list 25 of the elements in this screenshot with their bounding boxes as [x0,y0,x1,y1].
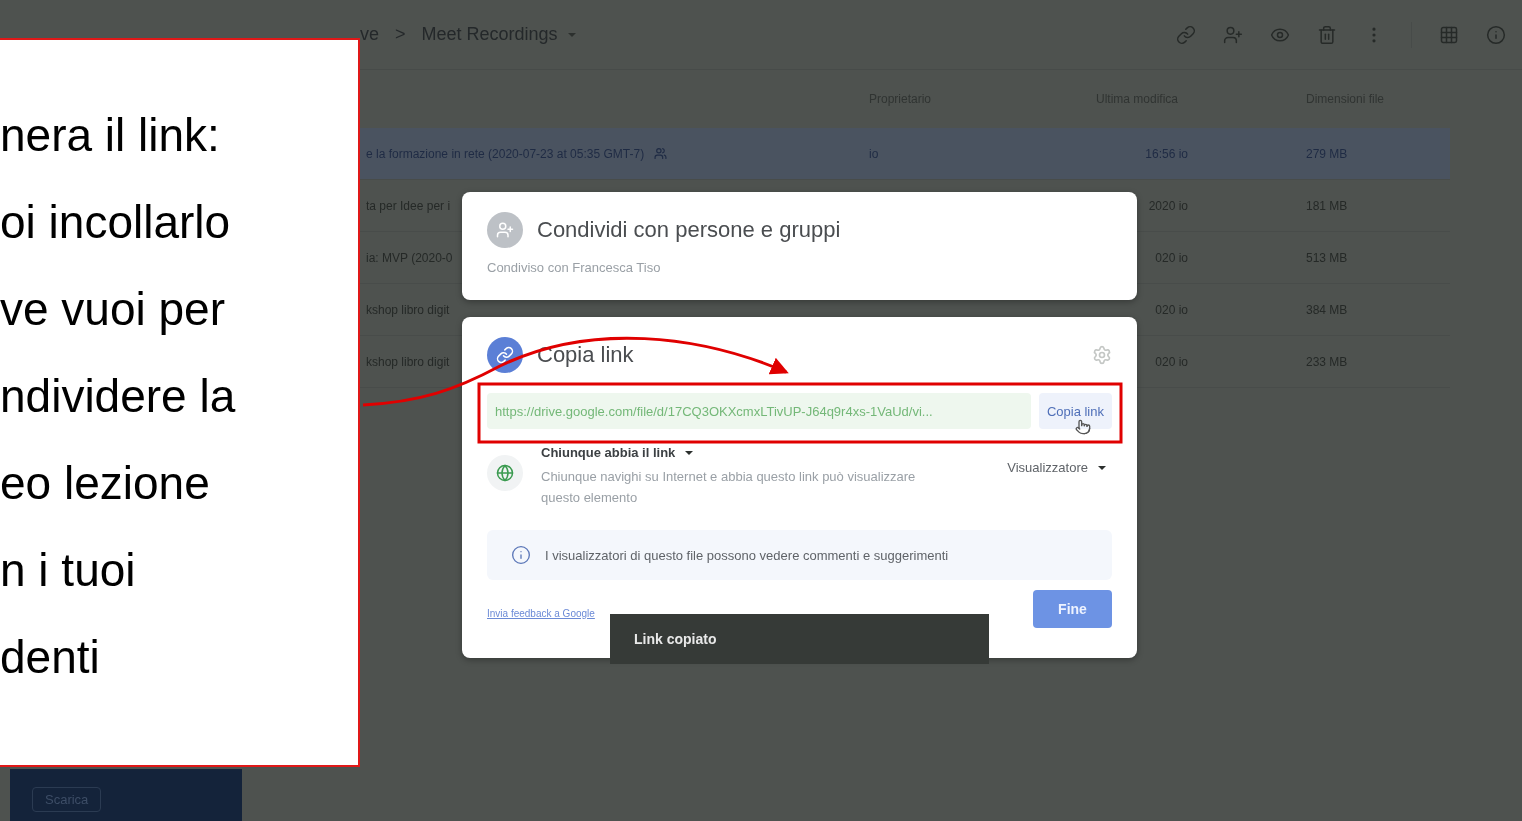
info-icon [511,545,531,565]
role-dropdown[interactable]: Visualizzatore [1001,459,1112,476]
grid-icon[interactable] [1439,24,1459,45]
person-add-icon[interactable] [1223,24,1243,45]
link-icon[interactable] [1176,24,1196,45]
card-title: Condividi con persone e gruppi [537,217,841,243]
access-dropdown[interactable]: Chiunque abbia il link [541,445,921,460]
settings-icon[interactable] [1092,345,1112,365]
info-icon[interactable] [1486,24,1506,45]
link-field[interactable]: https://drive.google.com/file/d/17CQ3OKXcmxLTivUP-J64q9r4xs-1VaUd/vi... [487,393,1031,429]
shared-with-text: Condiviso con Francesca Tiso [487,260,662,275]
access-description: Chiunque navighi su Internet e abbia questo link può visualizzare questo elemento [541,468,917,507]
info-text: I visualizzatori di questo file possono vedere commenti e suggerimenti [545,547,949,563]
link-icon [487,337,523,373]
feedback-link[interactable]: Invia feedback a Google [487,607,595,619]
copied-toast: Link copiato [610,614,989,664]
card-title: Copia link [537,342,634,368]
breadcrumb-separator: > [395,24,406,45]
hand-cursor-icon [1074,419,1091,435]
callout-text: nera il link: oi incollarlo ve vuoi per ndividere la eo lezione n i tuoi denti [0,108,237,685]
trash-icon[interactable] [1317,24,1337,45]
globe-icon [487,455,523,491]
caret-icon[interactable] [567,32,576,37]
done-button[interactable]: Fine [1033,590,1112,628]
person-add-icon [487,212,523,248]
